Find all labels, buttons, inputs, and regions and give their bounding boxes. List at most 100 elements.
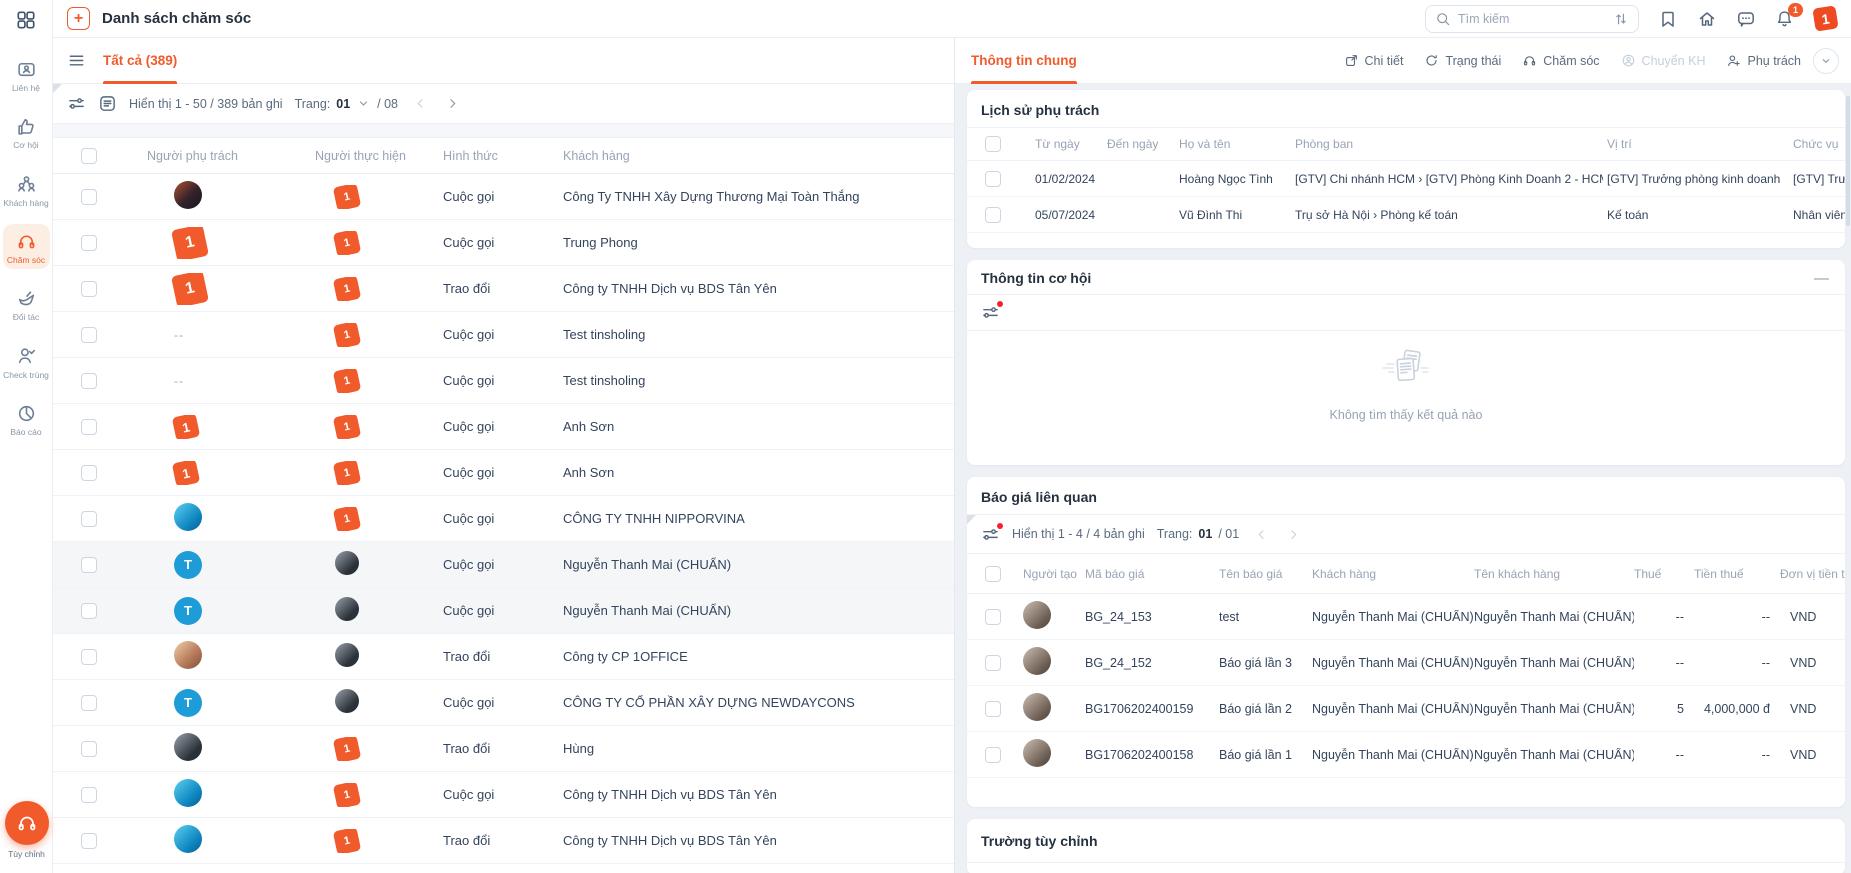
history-row[interactable]: 01/02/2024 Hoàng Ngọc Tình [GTV] Chi nhánh… xyxy=(967,161,1845,197)
page-number[interactable]: 01 xyxy=(336,97,350,111)
corner-fold xyxy=(53,84,62,93)
row-checkbox[interactable] xyxy=(81,602,97,619)
row-checkbox[interactable] xyxy=(81,648,97,665)
row-checkbox[interactable] xyxy=(81,740,97,757)
action-headset[interactable]: Chăm sóc xyxy=(1522,53,1600,68)
headset-icon xyxy=(16,812,38,834)
page-select-chevron-icon[interactable] xyxy=(356,96,371,111)
filter-icon[interactable] xyxy=(67,94,86,113)
more-actions-button[interactable] xyxy=(1813,47,1839,74)
sidebar-item-cham-soc[interactable]: Chăm sóc xyxy=(2,224,50,270)
list-item[interactable]: 1 1 Trao đổi Công ty TNHH Dịch vụ BDS Tân Y… xyxy=(53,266,954,312)
row-checkbox[interactable] xyxy=(985,608,1001,625)
list-item[interactable]: 1 Cuộc gọi Công ty TNHH Dịch vụ BDS Tân Yê… xyxy=(53,772,954,818)
sidebar-item-khach-hang[interactable]: Khách hàng xyxy=(3,167,50,212)
form-cell: Cuộc gọi xyxy=(443,787,495,802)
row-checkbox[interactable] xyxy=(81,556,97,573)
list-item[interactable]: -- 1 Cuộc gọi Test tinsholing xyxy=(53,358,954,404)
filter-icon[interactable] xyxy=(981,301,1003,322)
row-checkbox[interactable] xyxy=(81,188,97,205)
home-icon[interactable] xyxy=(1697,9,1717,29)
quote-row[interactable]: BG1706202400159 Báo giá lần 2 Nguyễn Thanh… xyxy=(967,686,1845,732)
row-checkbox[interactable] xyxy=(985,170,1001,187)
row-checkbox[interactable] xyxy=(81,694,97,711)
select-all-checkbox[interactable] xyxy=(985,565,1001,582)
page-total: / 01 xyxy=(1218,527,1240,541)
action-user-plus[interactable]: Phụ trách xyxy=(1726,53,1801,68)
quote-row[interactable]: BG1706202400158 Báo giá lần 1 Nguyễn Thanh… xyxy=(967,732,1845,778)
bookmark-icon[interactable] xyxy=(1658,9,1678,29)
search-input[interactable]: Tìm kiếm xyxy=(1425,4,1639,33)
form-cell: Trao đổi xyxy=(443,649,491,664)
select-all-checkbox[interactable] xyxy=(985,136,1001,152)
action-external-link[interactable]: Chi tiết xyxy=(1344,53,1403,68)
action-refresh[interactable]: Trạng thái xyxy=(1424,53,1501,68)
collapse-section-button[interactable]: — xyxy=(1814,271,1829,286)
tab-all[interactable]: Tất cả (389) xyxy=(103,38,178,84)
add-record-button[interactable]: + xyxy=(67,7,90,30)
sidebar-item-co-hoi[interactable]: Cơ hội xyxy=(3,109,50,154)
quote-code-cell: BG1706202400159 xyxy=(1085,701,1194,716)
list-item[interactable]: 1 1 Cuộc gọi Trung Phong xyxy=(53,220,954,266)
row-checkbox[interactable] xyxy=(985,206,1001,223)
select-all-checkbox[interactable] xyxy=(81,147,97,164)
sidebar-item-check-trung[interactable]: Check trùng xyxy=(3,339,50,384)
next-page-button[interactable] xyxy=(1283,524,1303,544)
creator-cell xyxy=(1023,739,1085,770)
list-item[interactable]: 1 1 Cuộc gọi Anh Sơn xyxy=(53,404,954,450)
list-item[interactable]: 1 Trao đổi Công ty TNHH Dịch vụ BDS Tân Yê… xyxy=(53,818,954,864)
list-item[interactable]: T Cuộc gọi CÔNG TY CỔ PHẦN XÂY DỰNG NEWDAY… xyxy=(53,680,954,726)
filter-icon[interactable] xyxy=(981,522,1003,544)
prev-page-button[interactable] xyxy=(410,94,430,114)
prev-page-button[interactable] xyxy=(1251,524,1271,544)
customize-floating-button[interactable] xyxy=(4,801,49,845)
app-logo[interactable]: 1 xyxy=(1812,5,1839,32)
row-checkbox[interactable] xyxy=(985,700,1001,717)
list-item[interactable]: T Cuộc gọi Nguyễn Thanh Mai (CHUẨN) xyxy=(53,588,954,634)
next-page-button[interactable] xyxy=(442,94,462,114)
list-item[interactable]: T Cuộc gọi Nguyễn Thanh Mai (CHUẨN) xyxy=(53,542,954,588)
list-item[interactable]: 1 Cuộc gọi CÔNG TY TNHH NIPPORVINA xyxy=(53,496,954,542)
row-checkbox[interactable] xyxy=(81,832,97,849)
sidebar-item-bao-cao[interactable]: Báo cáo xyxy=(3,396,50,441)
row-checkbox[interactable] xyxy=(81,372,97,389)
row-checkbox[interactable] xyxy=(81,418,97,435)
assignee-cell: T xyxy=(137,550,305,579)
action-label: Chăm sóc xyxy=(1543,53,1600,68)
app-grid-button[interactable] xyxy=(0,0,52,40)
list-item[interactable]: 1 1 Cuộc gọi Anh Sơn xyxy=(53,450,954,496)
app-grid-icon xyxy=(15,9,37,31)
executor-cell xyxy=(305,689,433,716)
row-checkbox[interactable] xyxy=(81,786,97,803)
customer-cell: Anh Sơn xyxy=(563,465,615,480)
sidebar-item-doi-tac[interactable]: Đối tác xyxy=(3,281,50,326)
column-header: Tên báo giá xyxy=(1219,566,1283,581)
quote-row[interactable]: BG_24_153 test Nguyễn Thanh Mai (CHUẨN) Ngu… xyxy=(967,594,1845,640)
list-item[interactable]: 1 Cuộc gọi Công Ty TNHH Xây Dựng Thương Mạ… xyxy=(53,174,954,220)
pagination: Trang: 01 / 08 xyxy=(295,96,398,111)
list-item[interactable]: 1 Trao đổi Hùng xyxy=(53,726,954,772)
list-item[interactable]: Trao đổi Công ty CP 1OFFICE xyxy=(53,634,954,680)
list-item[interactable]: 1 xyxy=(53,864,954,873)
row-checkbox[interactable] xyxy=(985,654,1001,671)
sidebar-item-lien-he[interactable]: Liên hệ xyxy=(3,52,50,97)
list-item[interactable]: -- 1 Cuộc gọi Test tinsholing xyxy=(53,312,954,358)
logo-avatar: 1 xyxy=(171,272,209,305)
chat-icon[interactable] xyxy=(1736,9,1756,29)
row-checkbox[interactable] xyxy=(81,234,97,251)
notifications-button[interactable]: 1 xyxy=(1775,2,1803,29)
headset-icon xyxy=(1522,53,1537,68)
row-checkbox[interactable] xyxy=(81,464,97,481)
history-row[interactable]: 05/07/2024 Vũ Đình Thi Trụ sở Hà Nội › Phò… xyxy=(967,197,1845,233)
scrollbar-thumb[interactable] xyxy=(1846,96,1850,226)
row-checkbox[interactable] xyxy=(81,510,97,527)
menu-icon[interactable] xyxy=(67,51,86,70)
quote-row[interactable]: BG_24_152 Báo giá lần 3 Nguyễn Thanh Mai (… xyxy=(967,640,1845,686)
tab-general-info[interactable]: Thông tin chung xyxy=(971,38,1077,84)
search-filter-icon[interactable] xyxy=(1613,11,1629,27)
view-settings-icon[interactable] xyxy=(98,94,117,113)
row-checkbox[interactable] xyxy=(81,280,97,297)
row-checkbox[interactable] xyxy=(985,746,1001,763)
customer-cell: Công ty CP 1OFFICE xyxy=(563,649,688,664)
row-checkbox[interactable] xyxy=(81,326,97,343)
